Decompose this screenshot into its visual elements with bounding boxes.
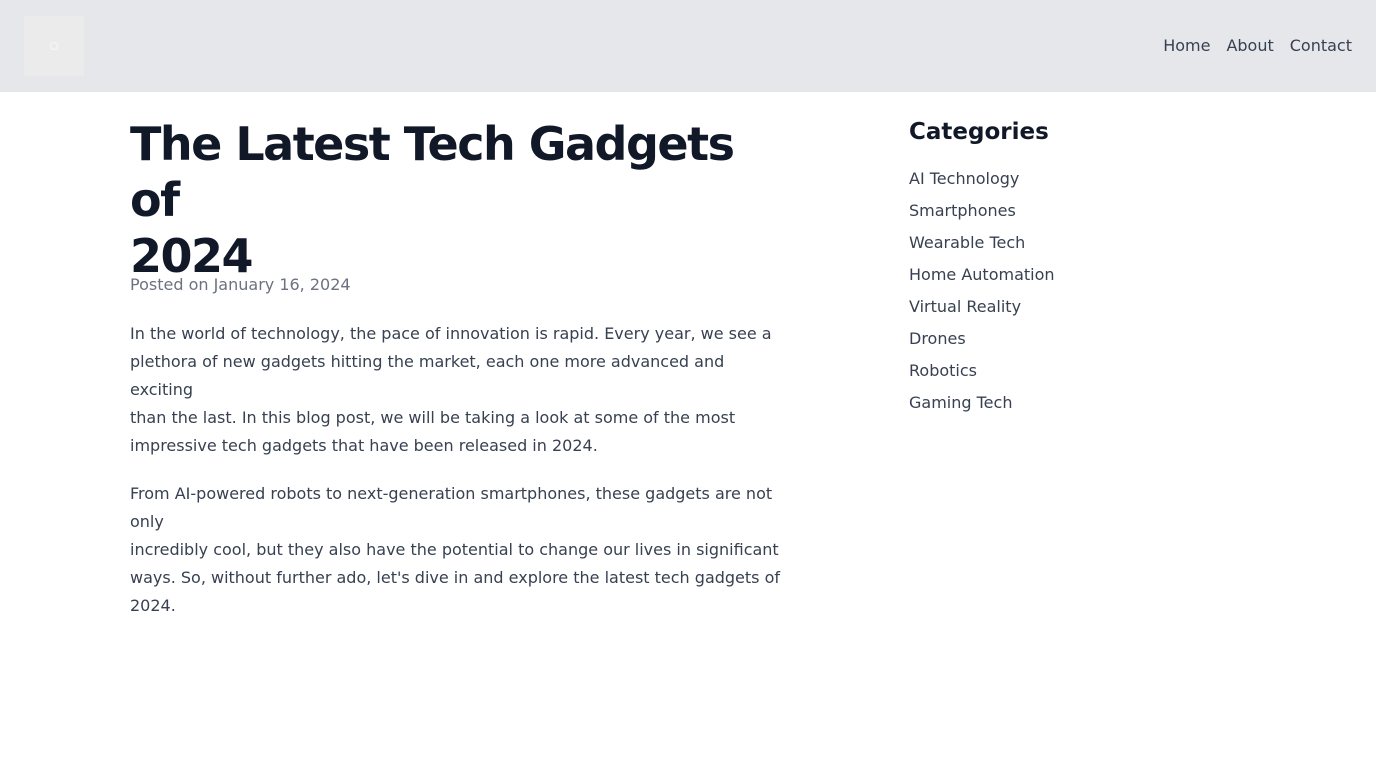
category-link-robotics[interactable]: Robotics bbox=[909, 355, 1209, 387]
category-link-gaming-tech[interactable]: Gaming Tech bbox=[909, 387, 1209, 419]
blog-post: The Latest Tech Gadgets of 2024 Posted o… bbox=[130, 116, 780, 615]
post-title: The Latest Tech Gadgets of 2024 bbox=[130, 117, 735, 283]
site-logo[interactable] bbox=[24, 16, 84, 76]
nav-link-home[interactable]: Home bbox=[1163, 36, 1210, 56]
logo-placeholder-icon bbox=[50, 42, 58, 50]
category-list: AI Technology Smartphones Wearable Tech … bbox=[909, 163, 1209, 419]
post-date: Posted on January 16, 2024 bbox=[130, 275, 351, 294]
nav-link-about[interactable]: About bbox=[1226, 36, 1273, 56]
post-paragraph: In the world of technology, the pace of … bbox=[130, 324, 772, 455]
site-header: Home About Contact bbox=[0, 0, 1376, 92]
main-nav: Home About Contact bbox=[1163, 36, 1352, 56]
category-link-wearable-tech[interactable]: Wearable Tech bbox=[909, 227, 1209, 259]
category-link-virtual-reality[interactable]: Virtual Reality bbox=[909, 291, 1209, 323]
category-link-ai-technology[interactable]: AI Technology bbox=[909, 163, 1209, 195]
category-link-smartphones[interactable]: Smartphones bbox=[909, 195, 1209, 227]
category-link-home-automation[interactable]: Home Automation bbox=[909, 259, 1209, 291]
sidebar-title: Categories bbox=[909, 119, 1049, 145]
nav-link-contact[interactable]: Contact bbox=[1290, 36, 1352, 56]
categories-sidebar: Categories AI Technology Smartphones Wea… bbox=[909, 117, 1209, 419]
post-body: In the world of technology, the pace of … bbox=[130, 320, 780, 640]
post-paragraph: From AI-powered robots to next-generatio… bbox=[130, 484, 781, 615]
category-link-drones[interactable]: Drones bbox=[909, 323, 1209, 355]
